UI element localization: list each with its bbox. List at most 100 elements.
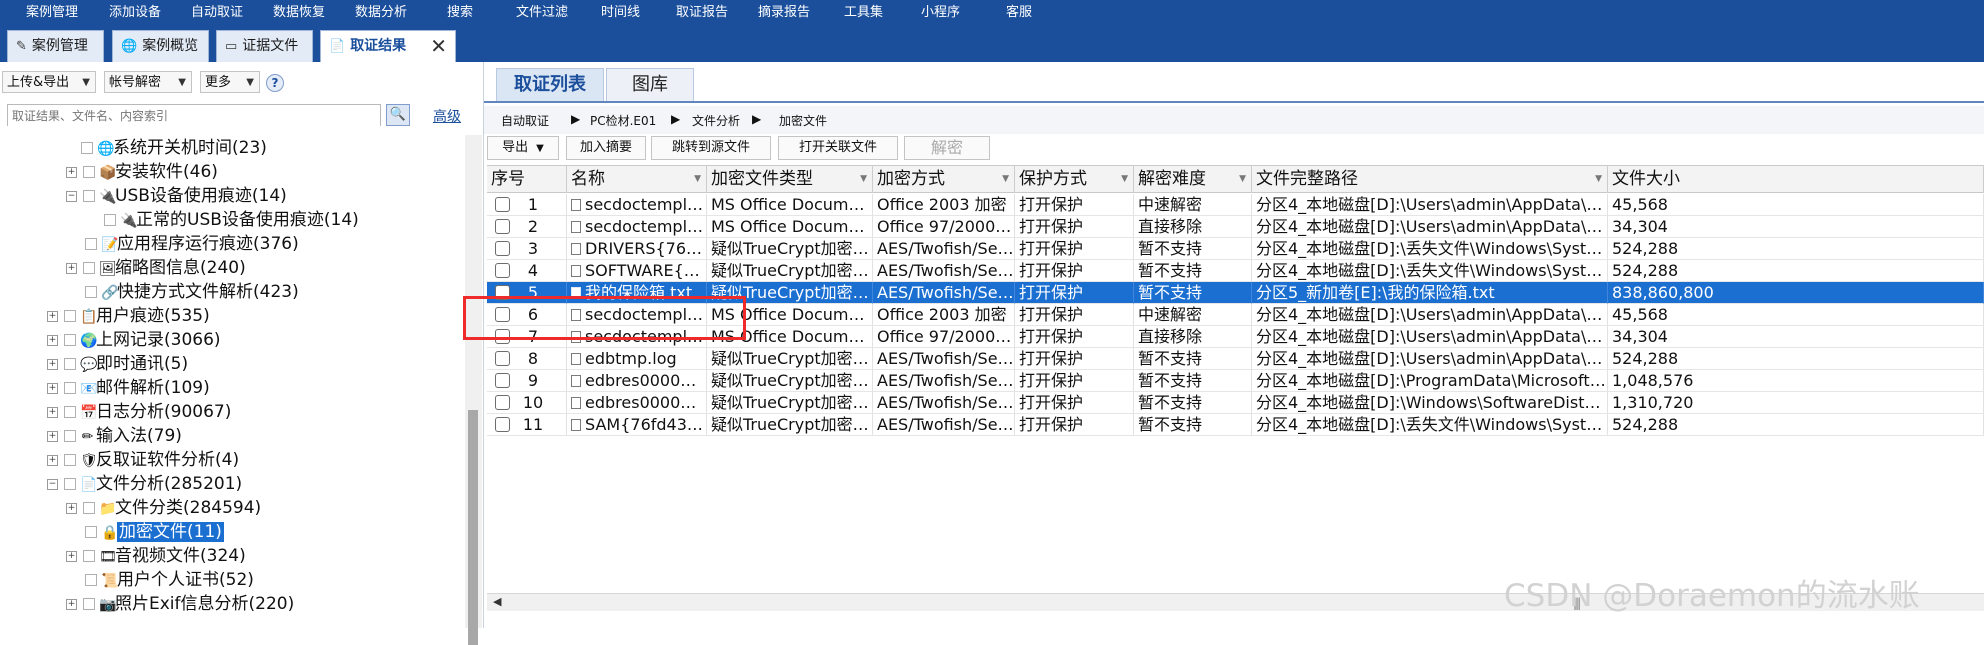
tree-checkbox[interactable] — [85, 286, 97, 298]
row-checkbox[interactable] — [495, 241, 510, 256]
row-checkbox[interactable] — [495, 263, 510, 278]
menu-forensic-report[interactable]: 取证报告 — [676, 0, 728, 25]
breadcrumb-item[interactable]: 加密文件 — [779, 112, 827, 129]
close-tab-icon[interactable]: ✕ — [430, 31, 447, 61]
tree-checkbox[interactable] — [64, 406, 76, 418]
tree-checkbox[interactable] — [83, 262, 95, 274]
tab-case-management[interactable]: ✎ 案例管理 — [7, 30, 104, 62]
tree-checkbox[interactable] — [83, 166, 95, 178]
collapse-icon[interactable]: − — [66, 190, 77, 202]
expand-icon[interactable]: + — [47, 430, 58, 442]
tree-checkbox[interactable] — [64, 310, 76, 322]
table-row[interactable]: 10 edbres00001.jrs 疑似TrueCrypt加密文件 AES/Twof… — [487, 392, 1984, 414]
tab-forensic-list[interactable]: 取证列表 — [496, 68, 604, 101]
tab-gallery[interactable]: 图库 — [606, 68, 694, 101]
more-dropdown[interactable]: 更多 ▼ — [200, 71, 260, 93]
tree-node[interactable]: 🔌正常的USB设备使用痕迹(14) — [104, 208, 359, 232]
filter-icon[interactable]: ▼ — [694, 166, 701, 192]
row-checkbox[interactable] — [495, 351, 510, 366]
menu-customer-service[interactable]: 客服 — [1006, 0, 1032, 25]
tree-node[interactable]: + 📅日志分析(90067) — [47, 400, 231, 424]
table-row[interactable]: 8 edbtmp.log 疑似TrueCrypt加密文件 AES/Twofish/Se… — [487, 348, 1984, 370]
search-icon[interactable]: 🔍 — [386, 104, 410, 126]
tree-node[interactable]: + 🛡反取证软件分析(4) — [47, 448, 239, 472]
row-checkbox[interactable] — [495, 395, 510, 410]
tree-checkbox[interactable] — [64, 430, 76, 442]
column-header-difficulty[interactable]: 解密难度 ▼ — [1134, 166, 1252, 193]
tree-node[interactable]: 🔗快捷方式文件解析(423) — [85, 280, 299, 304]
tree-checkbox[interactable] — [64, 478, 76, 490]
breadcrumb-item[interactable]: PC检材.E01 — [590, 112, 656, 129]
tree-node[interactable]: + 🌍上网记录(3066) — [47, 328, 221, 352]
tree-node[interactable]: − 🔌USB设备使用痕迹(14) — [66, 184, 287, 208]
upload-export-dropdown[interactable]: 上传&导出 ▼ — [2, 71, 96, 93]
tree-checkbox[interactable] — [85, 238, 97, 250]
tab-forensic-results[interactable]: 📄 取证结果 ✕ — [320, 30, 456, 62]
menu-timeline[interactable]: 时间线 — [601, 0, 640, 25]
tree-node[interactable]: 📝应用程序运行痕迹(376) — [85, 232, 299, 256]
tab-evidence-files[interactable]: ▭ 证据文件 — [216, 30, 313, 62]
menu-auto-forensics[interactable]: 自动取证 — [191, 0, 243, 25]
expand-icon[interactable]: + — [47, 358, 58, 370]
decrypt-button[interactable]: 解密 — [904, 136, 990, 160]
tree-node[interactable]: + 📁文件分类(284594) — [66, 496, 261, 520]
expand-icon[interactable]: + — [66, 166, 77, 178]
table-row[interactable]: 4 SOFTWARE{76fd43c3} 疑似TrueCrypt加密文件AES/Tw… — [487, 260, 1984, 282]
tree-checkbox[interactable] — [104, 214, 116, 226]
table-row[interactable]: 3 DRIVERS{76fd43c3} 疑似TrueCrypt加密文件AES/Two… — [487, 238, 1984, 260]
expand-icon[interactable]: + — [66, 502, 77, 514]
tab-case-overview[interactable]: 🌐 案例概览 — [112, 30, 209, 62]
scrollbar-thumb[interactable] — [468, 410, 478, 645]
help-icon[interactable]: ? — [266, 74, 284, 92]
tree-scrollbar[interactable] — [465, 135, 482, 645]
filter-icon[interactable]: ▼ — [1595, 166, 1602, 192]
tree-checkbox[interactable] — [83, 502, 95, 514]
filter-icon[interactable]: ▼ — [1121, 166, 1128, 192]
column-header-size[interactable]: 文件大小 — [1608, 166, 1984, 193]
expand-icon[interactable]: + — [47, 310, 58, 322]
column-header-encryption-type[interactable]: 加密文件类型 ▼ — [707, 166, 873, 193]
tree-checkbox[interactable] — [64, 358, 76, 370]
column-header-encryption-method[interactable]: 加密方式 ▼ — [873, 166, 1015, 193]
tree-checkbox[interactable] — [81, 142, 93, 154]
filter-icon[interactable]: ▼ — [1239, 166, 1246, 192]
tree-node[interactable]: + 💬即时通讯(5) — [47, 352, 188, 376]
tree-node[interactable]: 📜用户个人证书(52) — [85, 568, 254, 592]
tree-checkbox[interactable] — [64, 382, 76, 394]
column-header-name[interactable]: 名称 ▼ — [567, 166, 707, 193]
search-input[interactable] — [8, 106, 380, 126]
menu-data-recovery[interactable]: 数据恢复 — [273, 0, 325, 25]
table-row[interactable]: 2 secdoctemplate.docx MS Office DocumentOf… — [487, 216, 1984, 238]
expand-icon[interactable]: + — [66, 262, 77, 274]
menu-mini-program[interactable]: 小程序 — [921, 0, 960, 25]
expand-icon[interactable]: + — [47, 454, 58, 466]
table-row[interactable]: 9 edbres00002.jrs 疑似TrueCrypt加密文件 AES/Twofi… — [487, 370, 1984, 392]
add-summary-button[interactable]: 加入摘要 — [566, 136, 646, 160]
tree-checkbox[interactable] — [85, 526, 97, 538]
tree-node[interactable]: + 📋用户痕迹(535) — [47, 304, 210, 328]
tree-node[interactable]: + 📷照片Exif信息分析(220) — [66, 592, 294, 616]
menu-case-management[interactable]: 案例管理 — [26, 0, 78, 25]
table-row[interactable]: 11 SAM{76fd43c3} 疑似TrueCrypt加密文件 AES/Twofis… — [487, 414, 1984, 436]
menu-add-device[interactable]: 添加设备 — [109, 0, 161, 25]
search-field[interactable] — [7, 104, 381, 126]
breadcrumb-item[interactable]: 文件分析 — [692, 112, 740, 129]
tree-node[interactable]: + 📦安装软件(46) — [66, 160, 218, 184]
expand-icon[interactable]: + — [47, 406, 58, 418]
tree-checkbox[interactable] — [83, 598, 95, 610]
menu-data-analysis[interactable]: 数据分析 — [355, 0, 407, 25]
tree-checkbox[interactable] — [64, 334, 76, 346]
open-related-file-button[interactable]: 打开关联文件 — [778, 136, 898, 160]
filter-icon[interactable]: ▼ — [1002, 166, 1009, 192]
expand-icon[interactable]: + — [47, 382, 58, 394]
tree-node[interactable]: − 📄文件分析(285201) — [47, 472, 242, 496]
tree-node-selected[interactable]: 🔒加密文件(11) — [85, 520, 224, 544]
tree-checkbox[interactable] — [64, 454, 76, 466]
menu-excerpt-report[interactable]: 摘录报告 — [758, 0, 810, 25]
expand-icon[interactable]: + — [66, 598, 77, 610]
menu-file-filter[interactable]: 文件过滤 — [516, 0, 568, 25]
tree-node[interactable]: + ✏ 输入法(79) — [47, 424, 182, 448]
expand-icon[interactable]: + — [47, 334, 58, 346]
expand-icon[interactable]: + — [66, 550, 77, 562]
filter-icon[interactable]: ▼ — [860, 166, 867, 192]
